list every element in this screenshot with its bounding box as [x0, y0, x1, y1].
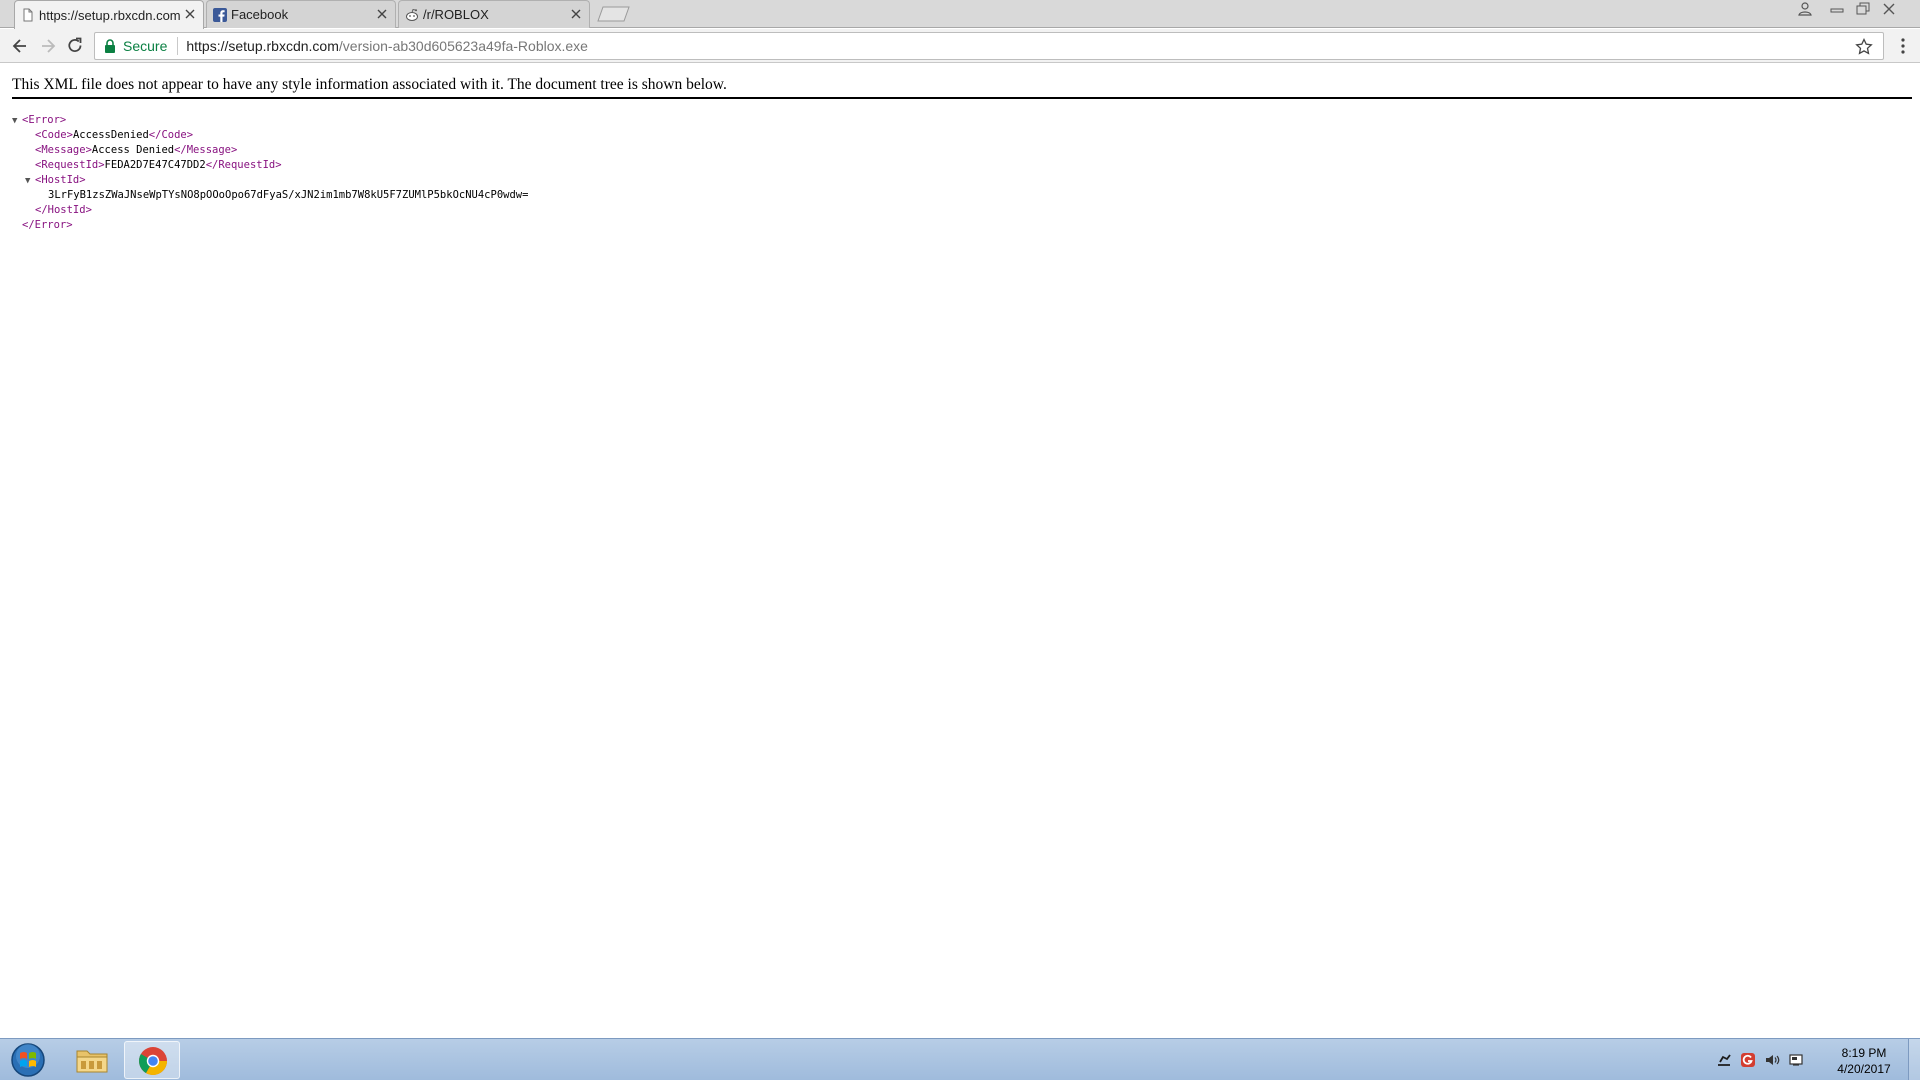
lock-icon — [105, 39, 115, 53]
xml-text: Access Denied — [91, 144, 175, 156]
xml-tag: </HostId> — [35, 204, 92, 216]
window-close-icon[interactable] — [1878, 0, 1900, 18]
xml-tag: <Error> — [22, 114, 67, 126]
show-desktop-button[interactable] — [1908, 1039, 1920, 1080]
xml-tag: <Message> — [35, 144, 92, 156]
minimize-icon[interactable] — [1826, 0, 1848, 18]
close-icon[interactable] — [375, 7, 389, 21]
xml-hostid-open: ▼ <HostId> — [12, 173, 528, 188]
file-explorer-button[interactable] — [64, 1041, 120, 1079]
network-icon[interactable] — [1716, 1052, 1732, 1068]
forward-arrow-icon[interactable] — [38, 36, 58, 56]
address-divider — [177, 37, 179, 55]
clock-time: 8:19 PM — [1841, 1046, 1887, 1060]
url-host: https://setup.rbxcdn.com — [186, 38, 339, 54]
reload-icon[interactable] — [65, 36, 85, 56]
collapse-triangle-icon[interactable]: ▼ — [12, 114, 22, 129]
tab-title: Facebook — [231, 7, 289, 22]
windows-start-orb[interactable] — [8, 1042, 48, 1078]
tab-title: https://setup.rbxcdn.com — [39, 7, 181, 23]
volume-icon[interactable] — [1764, 1052, 1780, 1068]
close-icon[interactable] — [183, 7, 197, 21]
secure-label[interactable]: Secure — [123, 38, 167, 54]
menu-kebab-icon[interactable] — [1896, 36, 1910, 56]
xml-hostid-close: </HostId> — [12, 203, 528, 218]
xml-error-close: </Error> — [12, 218, 528, 233]
app-tray-icon[interactable] — [1740, 1052, 1756, 1068]
action-center-icon[interactable] — [1788, 1052, 1804, 1068]
xml-error-open: ▼ <Error> — [12, 113, 528, 128]
facebook-icon — [213, 8, 227, 22]
page-content: This XML file does not appear to have an… — [0, 64, 1920, 1038]
clock-date: 4/20/2017 — [1837, 1062, 1891, 1076]
close-icon[interactable] — [569, 7, 583, 21]
xml-tag: </RequestId> — [205, 159, 282, 171]
xml-tag: <Code> — [35, 129, 73, 141]
document-icon — [23, 8, 33, 22]
xml-hostid-value: 3LrFyB1zsZWaJNseWpTYsNO8pOOoOpo67dFyaS/x… — [48, 189, 529, 201]
windows-taskbar: 8:19 PM 4/20/2017 — [0, 1038, 1920, 1080]
profile-icon[interactable] — [1794, 0, 1816, 18]
address-bar[interactable]: Secure https://setup.rbxcdn.com/version-… — [94, 32, 1884, 60]
new-tab-button[interactable] — [596, 6, 632, 22]
info-divider — [12, 97, 1912, 99]
tab-reddit[interactable]: /r/ROBLOX — [398, 0, 590, 28]
bookmark-star-icon[interactable] — [1855, 38, 1873, 56]
system-clock[interactable]: 8:19 PM 4/20/2017 — [1828, 1045, 1900, 1077]
xml-tag: </Error> — [22, 219, 73, 231]
chrome-icon — [139, 1047, 167, 1075]
chrome-taskbar-button[interactable] — [124, 1041, 180, 1079]
browser-toolbar: Secure https://setup.rbxcdn.com/version-… — [0, 29, 1920, 63]
tab-rbxcdn[interactable]: https://setup.rbxcdn.com — [14, 0, 204, 29]
tab-strip: https://setup.rbxcdn.com Facebook /r/ROB… — [0, 0, 1920, 29]
tab-title: /r/ROBLOX — [423, 7, 489, 22]
xml-code-line: <Code>AccessDenied</Code> — [12, 128, 528, 143]
xml-info-message: This XML file does not appear to have an… — [12, 76, 727, 93]
xml-tag: <RequestId> — [35, 159, 105, 171]
tab-facebook[interactable]: Facebook — [206, 0, 396, 28]
xml-requestid-line: <RequestId>FEDA2D7E47C47DD2</RequestId> — [12, 158, 528, 173]
back-arrow-icon[interactable] — [10, 36, 30, 56]
collapse-triangle-icon[interactable]: ▼ — [25, 174, 35, 189]
reddit-icon — [406, 8, 418, 21]
xml-text: FEDA2D7E47C47DD2 — [104, 159, 206, 171]
xml-tag: </Message> — [174, 144, 238, 156]
file-explorer-icon — [76, 1050, 108, 1073]
restore-icon[interactable] — [1852, 0, 1874, 18]
url-path: /version-ab30d605623a49fa-Roblox.exe — [338, 38, 588, 54]
xml-tree: ▼ <Error> <Code>AccessDenied</Code> <Mess… — [12, 113, 528, 233]
xml-tag: </Code> — [148, 129, 194, 141]
xml-tag: <HostId> — [35, 174, 86, 186]
xml-text: AccessDenied — [72, 129, 149, 141]
xml-message-line: <Message>Access Denied</Message> — [12, 143, 528, 158]
